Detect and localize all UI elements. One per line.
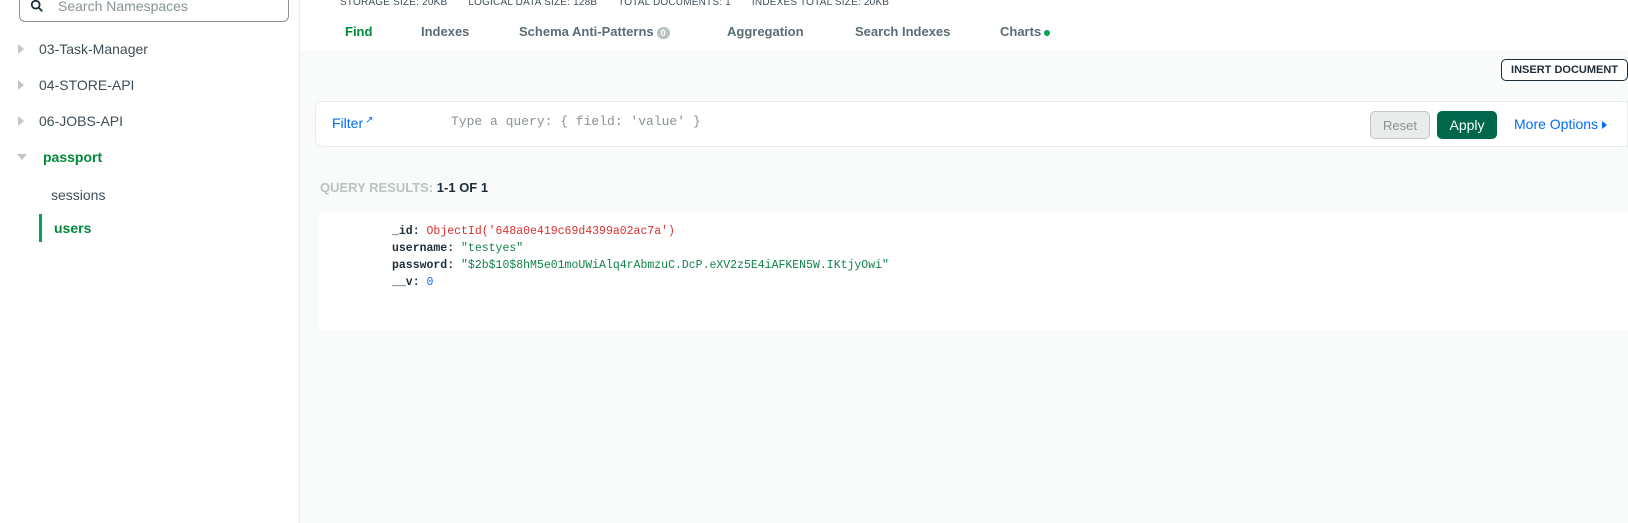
field-value: "$2b$10$8hM5e01moUWiAlq4rAbmzuC.DcP.eXV2…	[461, 259, 889, 272]
main-panel: STORAGE SIZE: 20KB LOGICAL DATA SIZE: 12…	[300, 0, 1628, 523]
field-key: _id:	[392, 225, 420, 238]
filter-link[interactable]: Filter ↗	[332, 115, 374, 131]
collection-header: STORAGE SIZE: 20KB LOGICAL DATA SIZE: 12…	[300, 0, 1628, 50]
caret-right-icon[interactable]	[18, 44, 24, 54]
search-icon	[30, 0, 43, 12]
sidebar-db-label: 04-STORE-API	[39, 77, 135, 93]
sidebar-db-06-jobs-api[interactable]: 06-JOBS-API	[0, 106, 300, 136]
search-namespaces-input[interactable]	[58, 0, 278, 14]
field-value: "testyes"	[461, 242, 524, 255]
sidebar-collection-label: users	[54, 220, 92, 236]
field-key: username:	[392, 242, 455, 255]
caret-right-icon	[1602, 121, 1608, 130]
sidebar-db-label: 03-Task-Manager	[39, 41, 148, 57]
more-options-label: More Options	[1514, 116, 1599, 132]
tab-find[interactable]: Find	[345, 24, 372, 39]
field-value: 0	[426, 276, 434, 289]
storage-size: STORAGE SIZE: 20KB	[340, 0, 448, 8]
tab-charts-label: Charts	[1000, 24, 1042, 39]
tab-charts[interactable]: Charts	[1000, 24, 1051, 39]
field-value: ObjectId('648a0e419c69d4399a02ac7a')	[426, 225, 675, 238]
query-input[interactable]	[451, 114, 1151, 129]
document-field-v: __v: 0	[392, 276, 433, 289]
sidebar-collection-users[interactable]: users	[0, 214, 300, 242]
query-results-prefix: QUERY RESULTS:	[320, 180, 434, 195]
sidebar-collection-label: sessions	[51, 187, 106, 203]
sidebar-db-label: passport	[43, 149, 103, 165]
total-documents: TOTAL DOCUMENTS: 1	[618, 0, 731, 8]
tab-schema-label: Schema Anti-Patterns	[519, 24, 654, 39]
document-field-id: _id: ObjectId('648a0e419c69d4399a02ac7a'…	[392, 225, 675, 238]
schema-count-badge: 0	[656, 26, 670, 39]
sidebar-db-03-task-manager[interactable]: 03-Task-Manager	[0, 34, 300, 64]
insert-document-button[interactable]: INSERT DOCUMENT	[1501, 59, 1628, 81]
active-indicator	[39, 214, 42, 242]
search-namespaces-box[interactable]	[19, 0, 289, 22]
collection-stats: STORAGE SIZE: 20KB LOGICAL DATA SIZE: 12…	[340, 0, 907, 8]
document-field-username: username: "testyes"	[392, 242, 523, 255]
document-card[interactable]: _id: ObjectId('648a0e419c69d4399a02ac7a'…	[319, 212, 1628, 330]
logical-data-size: LOGICAL DATA SIZE: 128B	[468, 0, 598, 8]
caret-right-icon[interactable]	[18, 80, 24, 90]
apply-button[interactable]: Apply	[1437, 111, 1497, 139]
query-results-count: 1-1 OF 1	[436, 180, 489, 195]
more-options-button[interactable]: More Options	[1514, 116, 1608, 132]
sidebar-db-passport[interactable]: passport	[0, 142, 300, 172]
field-key: __v:	[392, 276, 420, 289]
indexes-total-size: INDEXES TOTAL SIZE: 20KB	[751, 0, 890, 8]
sidebar-db-label: 06-JOBS-API	[39, 113, 124, 129]
tab-search-indexes[interactable]: Search Indexes	[855, 24, 950, 39]
sidebar-db-04-store-api[interactable]: 04-STORE-API	[0, 70, 300, 100]
new-indicator-dot	[1044, 29, 1051, 36]
tab-aggregation[interactable]: Aggregation	[727, 24, 804, 39]
caret-down-icon[interactable]	[17, 154, 27, 160]
document-field-password: password: "$2b$10$8hM5e01moUWiAlq4rAbmzu…	[392, 259, 889, 272]
field-key: password:	[392, 259, 455, 272]
query-results-summary: QUERY RESULTS: 1-1 OF 1	[320, 180, 488, 195]
caret-right-icon[interactable]	[18, 116, 24, 126]
reset-button[interactable]: Reset	[1370, 111, 1430, 139]
filter-label: Filter	[332, 115, 364, 131]
external-link-icon: ↗	[365, 115, 374, 126]
sidebar: 03-Task-Manager 04-STORE-API 06-JOBS-API…	[0, 0, 300, 523]
tab-schema-anti-patterns[interactable]: Schema Anti-Patterns 0	[519, 24, 670, 39]
query-bar: Filter↗ Reset Apply More Options	[315, 101, 1628, 147]
sidebar-collection-sessions[interactable]: sessions	[0, 181, 300, 209]
tab-indexes[interactable]: Indexes	[421, 24, 469, 39]
